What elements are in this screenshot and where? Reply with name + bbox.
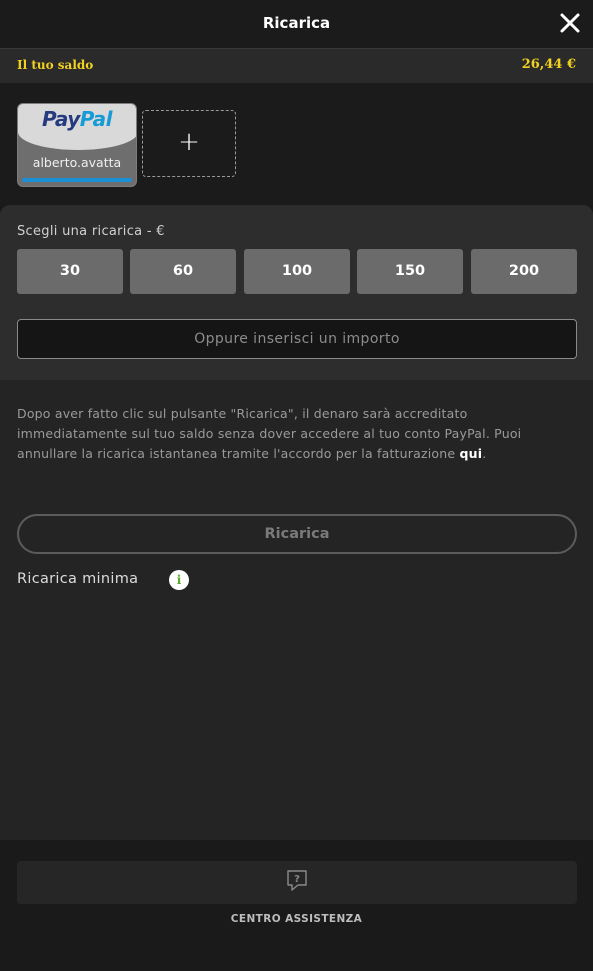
selected-indicator [22,178,132,182]
page-title: Ricarica [262,14,331,32]
add-payment-method-button[interactable]: + [142,110,236,177]
balance-bar: Il tuo saldo 26,44 € [0,48,593,83]
close-button[interactable] [556,9,584,37]
main-content: Dopo aver fatto clic sul pulsante "Ricar… [0,380,593,840]
paypal-card-header: PayPal [18,104,136,150]
amount-option-60[interactable]: 60 [130,249,236,294]
balance-label: Il tuo saldo [17,58,94,72]
amount-option-150[interactable]: 150 [357,249,463,294]
ricarica-button[interactable]: Ricarica [17,514,577,554]
amount-panel: Scegli una ricarica - € 30 60 100 150 20… [0,205,593,380]
amount-label: Scegli una ricarica - € [17,224,165,239]
help-center-label[interactable]: CENTRO ASSISTENZA [0,913,593,925]
svg-text:?: ? [294,874,300,885]
payment-methods: PayPal alberto.avatta + [0,83,593,205]
minimum-deposit-label: Ricarica minima [17,571,139,587]
help-chat-icon: ? [286,869,308,893]
paypal-account-name: alberto.avatta [32,155,122,170]
info-icon[interactable]: i [169,570,189,590]
billing-agreement-link[interactable]: qui [459,446,482,461]
paypal-info-text: Dopo aver fatto clic sul pulsante "Ricar… [17,406,522,461]
close-icon [560,13,580,33]
header: Ricarica [0,0,593,48]
plus-icon: + [178,127,200,157]
balance-value: 26,44 € [521,57,576,72]
amount-option-30[interactable]: 30 [17,249,123,294]
footer: ? CENTRO ASSISTENZA [0,840,593,971]
custom-amount-input[interactable]: Oppure inserisci un importo [17,319,577,359]
help-center-button[interactable]: ? [17,861,577,904]
amount-option-100[interactable]: 100 [244,249,350,294]
amount-option-200[interactable]: 200 [471,249,577,294]
paypal-logo: PayPal [41,107,113,131]
paypal-method-card[interactable]: PayPal alberto.avatta [17,103,137,187]
